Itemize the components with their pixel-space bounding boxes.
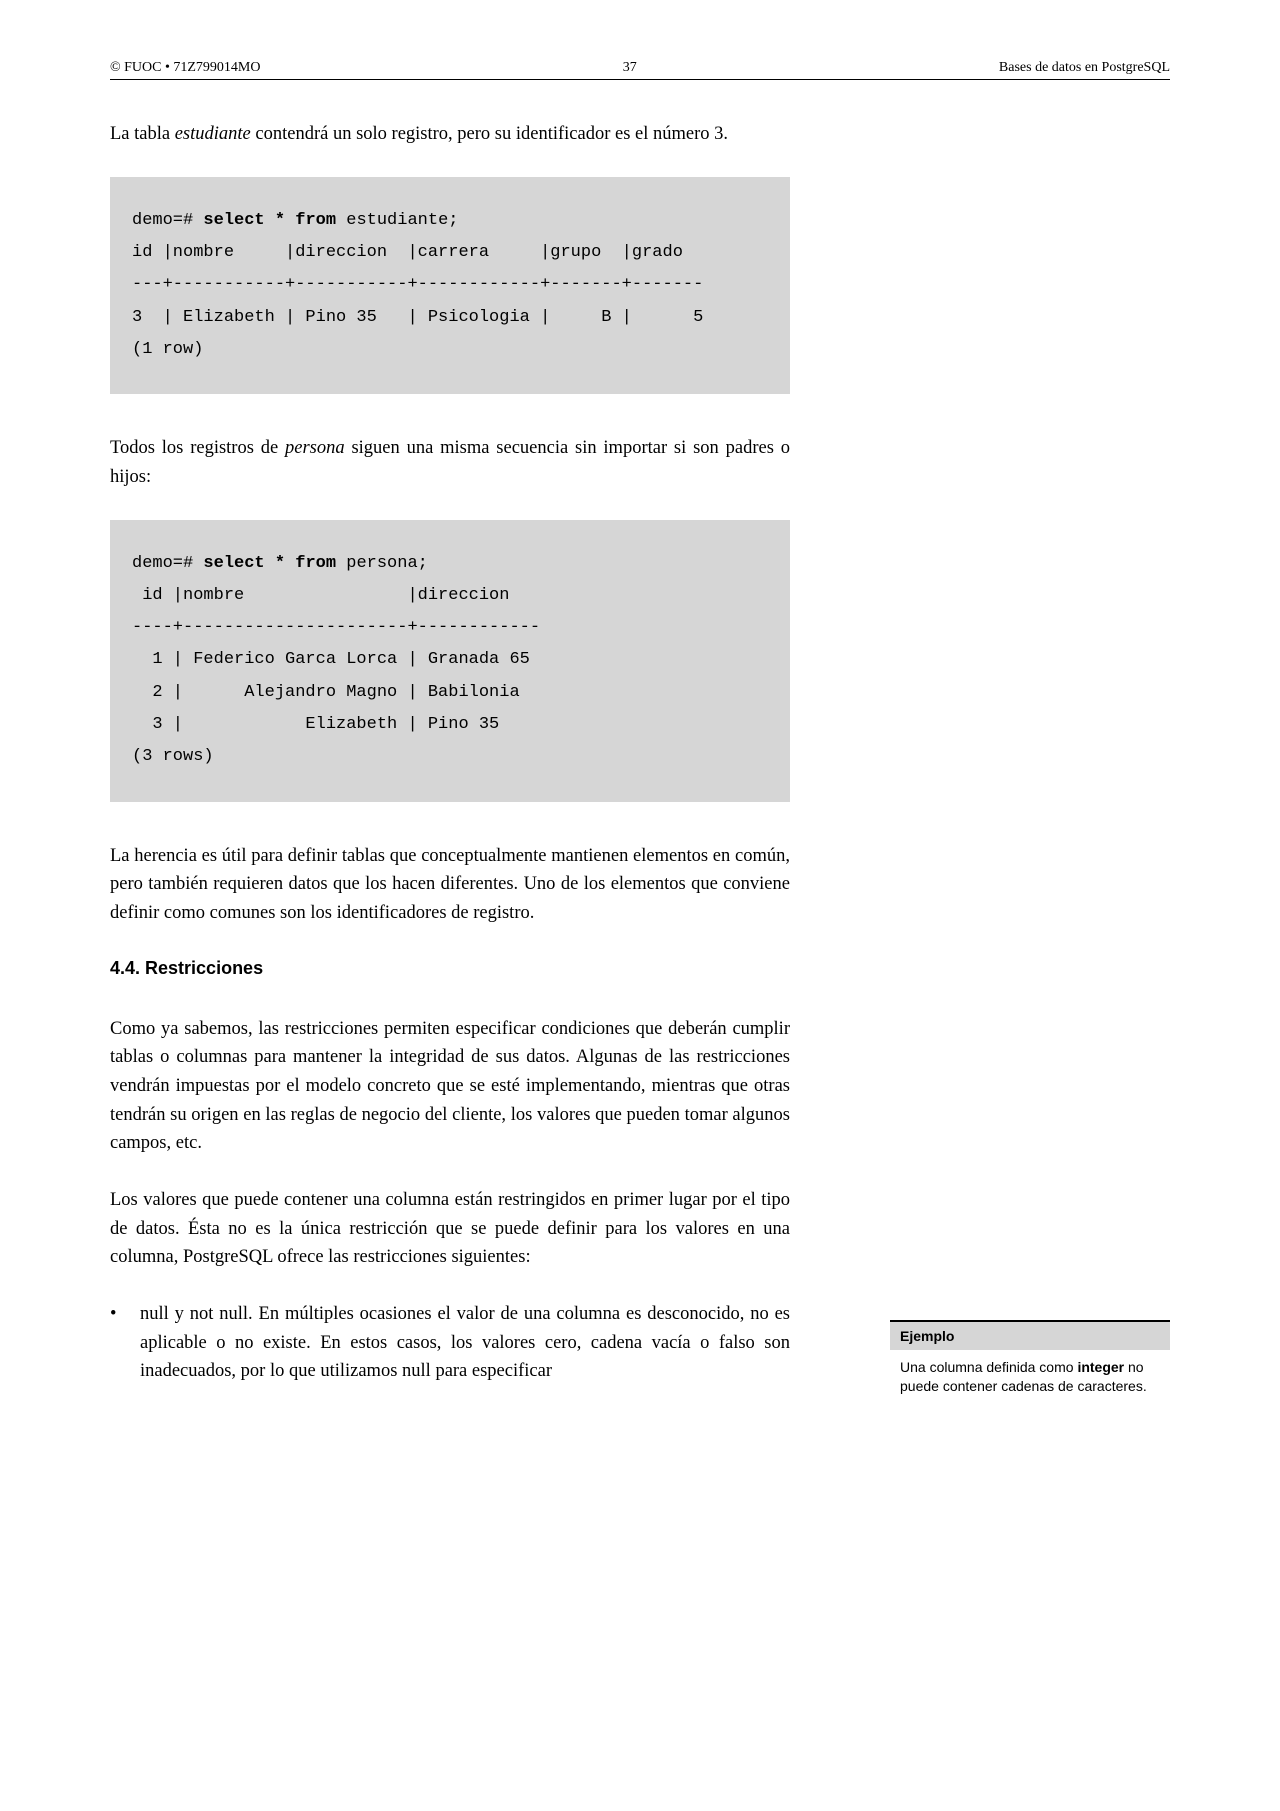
code-line: (3 rows)	[132, 747, 214, 766]
page-number: 37	[623, 60, 637, 76]
bullet-item: • null y not null. En múltiples ocasione…	[110, 1300, 790, 1386]
code-text: persona;	[336, 554, 428, 573]
code-block-2: demo=# select * from persona; id |nombre…	[110, 520, 790, 802]
header-left: © FUOC • 71Z799014MO	[110, 60, 261, 76]
sidebar-title: Ejemplo	[890, 1322, 1170, 1350]
section-heading: 4.4. Restricciones	[110, 958, 790, 979]
code-prompt: demo=#	[132, 554, 203, 573]
paragraph-3: La herencia es útil para definir tablas …	[110, 842, 790, 928]
italic-text: persona	[285, 438, 345, 458]
main-column: La tabla estudiante contendrá un solo re…	[110, 120, 790, 1386]
code-line: (1 row)	[132, 340, 203, 359]
code-line: ---+-----------+-----------+------------…	[132, 275, 703, 294]
sidebar-note: Ejemplo Una columna definida como intege…	[890, 1320, 1170, 1404]
code-keyword: select * from	[203, 554, 336, 573]
text: para especificar	[431, 1361, 552, 1381]
code-line: id |nombre |direccion |carrera |grupo |g…	[132, 243, 683, 262]
bold-text: integer	[1077, 1359, 1124, 1375]
paragraph-4: Como ya sabemos, las restricciones permi…	[110, 1015, 790, 1158]
code-line: 1 | Federico Garca Lorca | Granada 65	[132, 650, 530, 669]
code-text: estudiante;	[336, 211, 458, 230]
bold-text: null	[140, 1304, 169, 1324]
code-line: ----+----------------------+------------	[132, 618, 540, 637]
bullet-mark: •	[110, 1300, 140, 1386]
code-keyword: select * from	[203, 211, 336, 230]
code-prompt: demo=#	[132, 211, 203, 230]
code-line: 3 | Elizabeth | Pino 35	[132, 715, 499, 734]
bold-text: not null	[190, 1304, 248, 1324]
code-line: 2 | Alejandro Magno | Babilonia	[132, 683, 520, 702]
text: Todos los registros de	[110, 438, 285, 458]
paragraph-2: Todos los registros de persona siguen un…	[110, 434, 790, 491]
paragraph-1: La tabla estudiante contendrá un solo re…	[110, 120, 790, 149]
text: La tabla	[110, 124, 175, 144]
code-line: id |nombre |direccion	[132, 586, 509, 605]
paragraph-5: Los valores que puede contener una colum…	[110, 1186, 790, 1272]
header-right: Bases de datos en PostgreSQL	[999, 60, 1170, 76]
page-header: © FUOC • 71Z799014MO 37 Bases de datos e…	[110, 60, 1170, 80]
sidebar-body: Una columna definida como integer no pue…	[890, 1350, 1170, 1404]
code-line: 3 | Elizabeth | Pino 35 | Psicologia | B…	[132, 308, 703, 327]
text: y	[169, 1304, 190, 1324]
bullet-body: null y not null. En múltiples ocasiones …	[140, 1300, 790, 1386]
text: contendrá un solo registro, pero su iden…	[251, 124, 728, 144]
page: © FUOC • 71Z799014MO 37 Bases de datos e…	[0, 0, 1280, 1466]
text: Una columna definida como	[900, 1359, 1077, 1375]
code-block-1: demo=# select * from estudiante; id |nom…	[110, 177, 790, 394]
italic-text: estudiante	[175, 124, 251, 144]
bold-text: null	[402, 1361, 431, 1381]
